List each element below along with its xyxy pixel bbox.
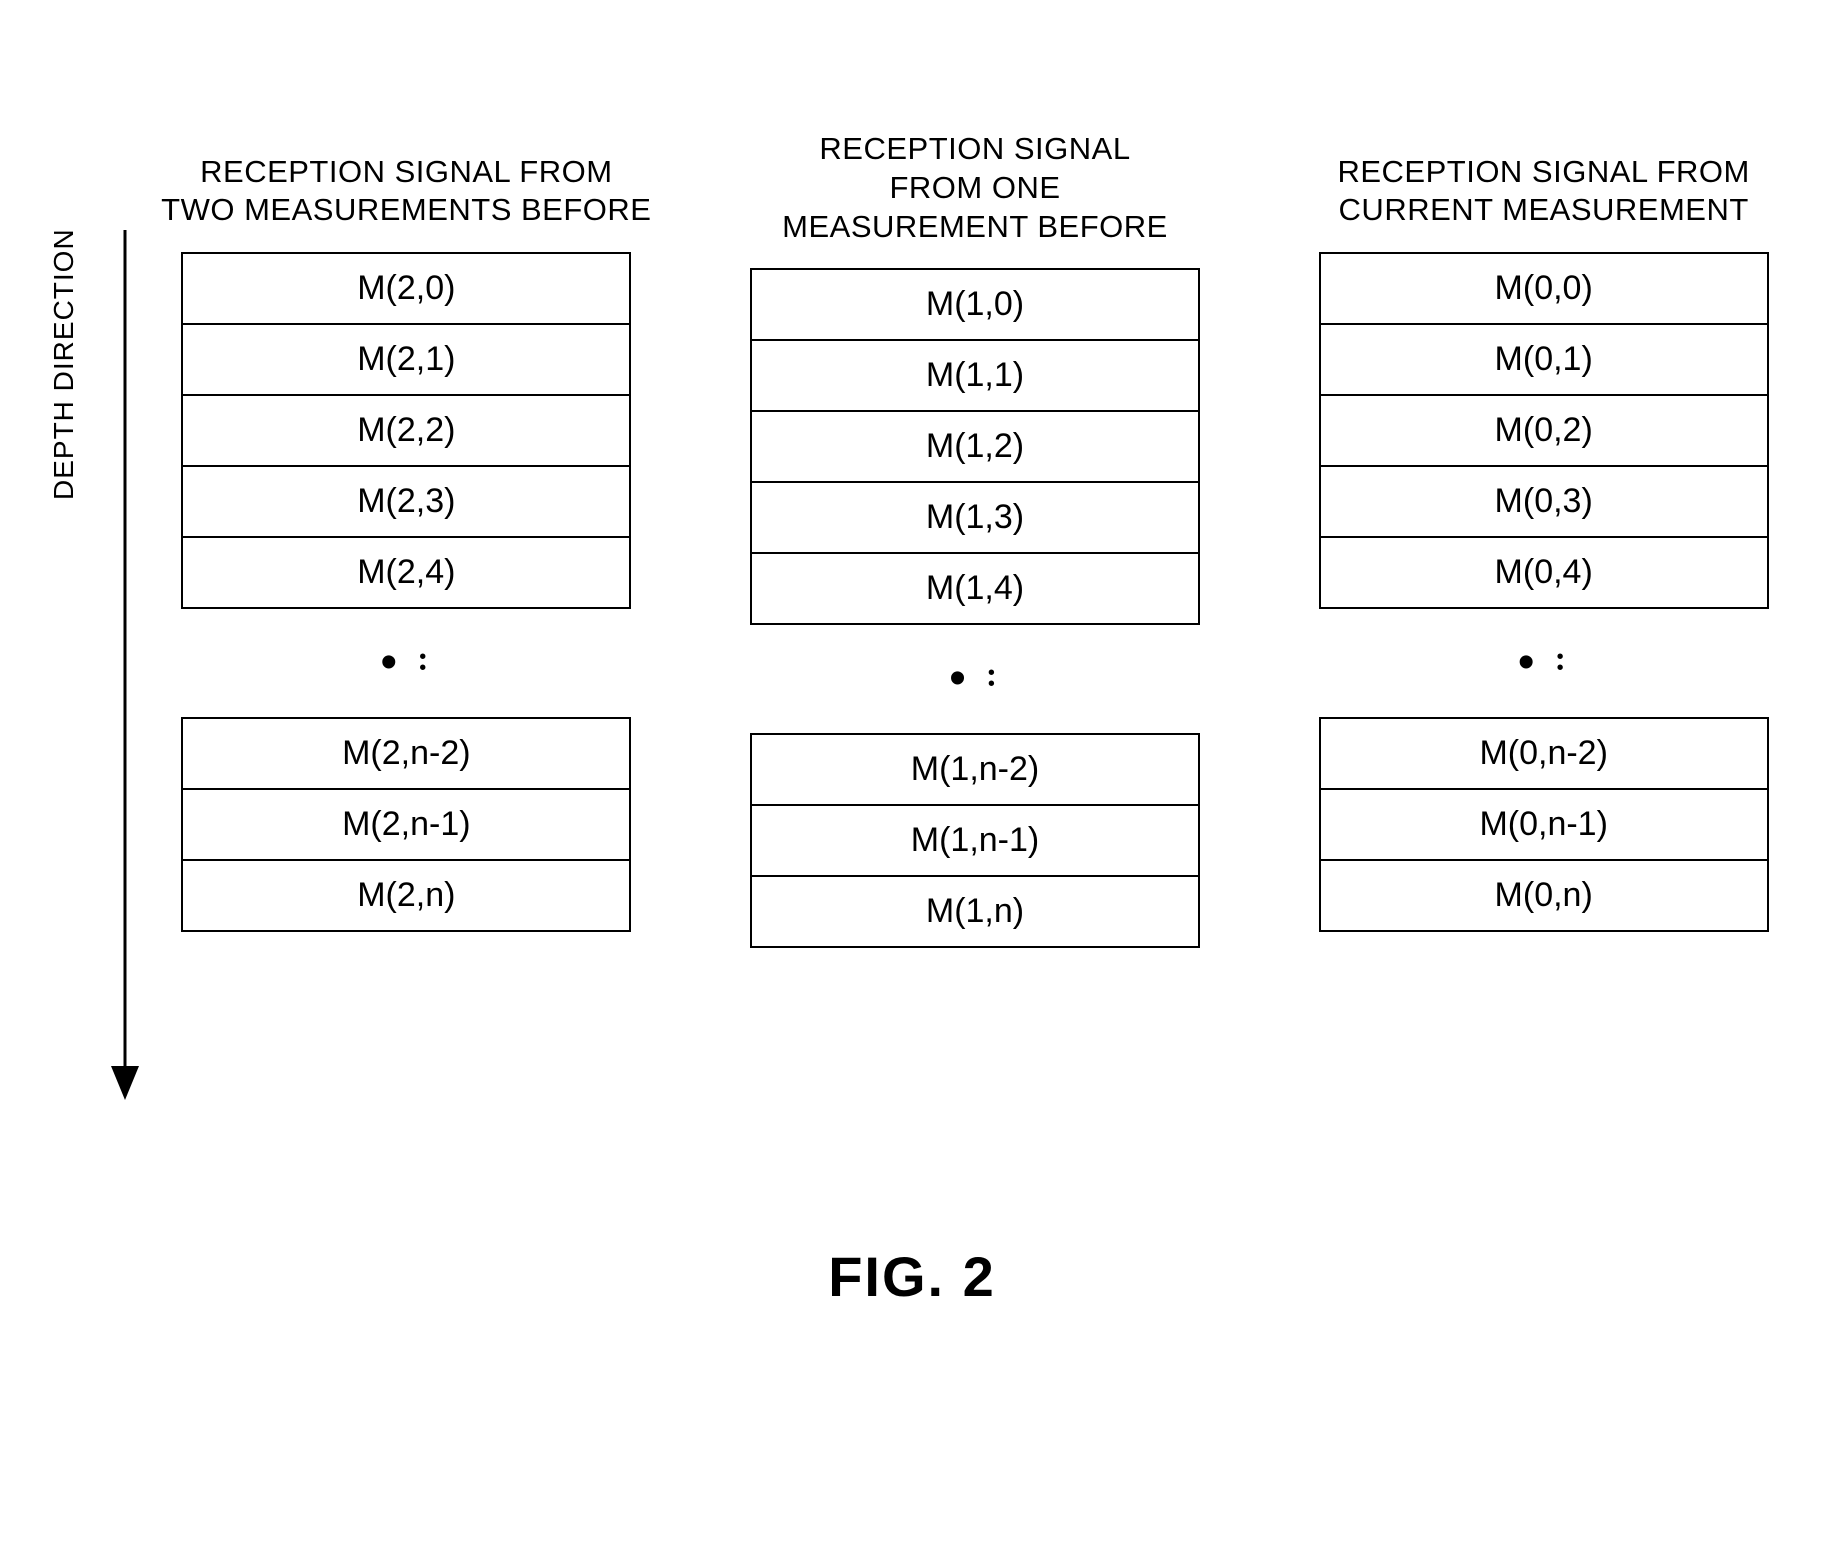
cell: M(2,0): [181, 252, 631, 323]
column-two-before: RECEPTION SIGNAL FROM TWO MEASUREMENTS B…: [150, 130, 663, 948]
column-header: RECEPTION SIGNAL FROM CURRENT MEASUREMEN…: [1337, 130, 1749, 230]
cell: M(2,1): [181, 323, 631, 394]
cell: M(1,1): [750, 339, 1200, 410]
cell: M(2,4): [181, 536, 631, 609]
cell: M(0,n): [1319, 859, 1769, 932]
cell: M(1,n-1): [750, 804, 1200, 875]
bottom-group: M(0,n-2) M(0,n-1) M(0,n): [1319, 717, 1769, 932]
cell: M(0,2): [1319, 394, 1769, 465]
column-header: RECEPTION SIGNAL FROM TWO MEASUREMENTS B…: [161, 130, 651, 230]
top-group: M(0,0) M(0,1) M(0,2) M(0,3) M(0,4): [1319, 252, 1769, 609]
column-header: RECEPTION SIGNAL FROM ONE MEASUREMENT BE…: [782, 130, 1168, 246]
cell: M(1,4): [750, 552, 1200, 625]
cell: M(1,n): [750, 875, 1200, 948]
cell: M(1,2): [750, 410, 1200, 481]
figure-caption: FIG. 2: [0, 1244, 1824, 1309]
ellipsis-icon: • ••: [949, 649, 1001, 709]
column-table: M(2,0) M(2,1) M(2,2) M(2,3) M(2,4) • •• …: [150, 252, 663, 932]
cell: M(2,n): [181, 859, 631, 932]
top-group: M(2,0) M(2,1) M(2,2) M(2,3) M(2,4): [181, 252, 631, 609]
depth-direction-label: DEPTH DIRECTION: [48, 228, 80, 500]
column-one-before: RECEPTION SIGNAL FROM ONE MEASUREMENT BE…: [719, 130, 1232, 948]
bottom-group: M(1,n-2) M(1,n-1) M(1,n): [750, 733, 1200, 948]
cell: M(0,3): [1319, 465, 1769, 536]
cell: M(2,n-2): [181, 717, 631, 788]
cell: M(0,1): [1319, 323, 1769, 394]
cell: M(2,2): [181, 394, 631, 465]
cell: M(0,n-1): [1319, 788, 1769, 859]
cell: M(1,n-2): [750, 733, 1200, 804]
cell: M(2,3): [181, 465, 631, 536]
depth-direction-text: DEPTH DIRECTION: [48, 228, 79, 500]
diagram-area: RECEPTION SIGNAL FROM TWO MEASUREMENTS B…: [150, 130, 1800, 948]
column-table: M(0,0) M(0,1) M(0,2) M(0,3) M(0,4) • •• …: [1287, 252, 1800, 932]
depth-arrow-icon: [105, 230, 145, 1100]
cell: M(2,n-1): [181, 788, 631, 859]
cell: M(0,0): [1319, 252, 1769, 323]
cell: M(0,n-2): [1319, 717, 1769, 788]
cell: M(1,0): [750, 268, 1200, 339]
top-group: M(1,0) M(1,1) M(1,2) M(1,3) M(1,4): [750, 268, 1200, 625]
columns-row: RECEPTION SIGNAL FROM TWO MEASUREMENTS B…: [150, 130, 1800, 948]
bottom-group: M(2,n-2) M(2,n-1) M(2,n): [181, 717, 631, 932]
column-current: RECEPTION SIGNAL FROM CURRENT MEASUREMEN…: [1287, 130, 1800, 948]
ellipsis-icon: • ••: [380, 633, 432, 693]
cell: M(0,4): [1319, 536, 1769, 609]
cell: M(1,3): [750, 481, 1200, 552]
column-table: M(1,0) M(1,1) M(1,2) M(1,3) M(1,4) • •• …: [719, 268, 1232, 948]
ellipsis-icon: • ••: [1518, 633, 1570, 693]
